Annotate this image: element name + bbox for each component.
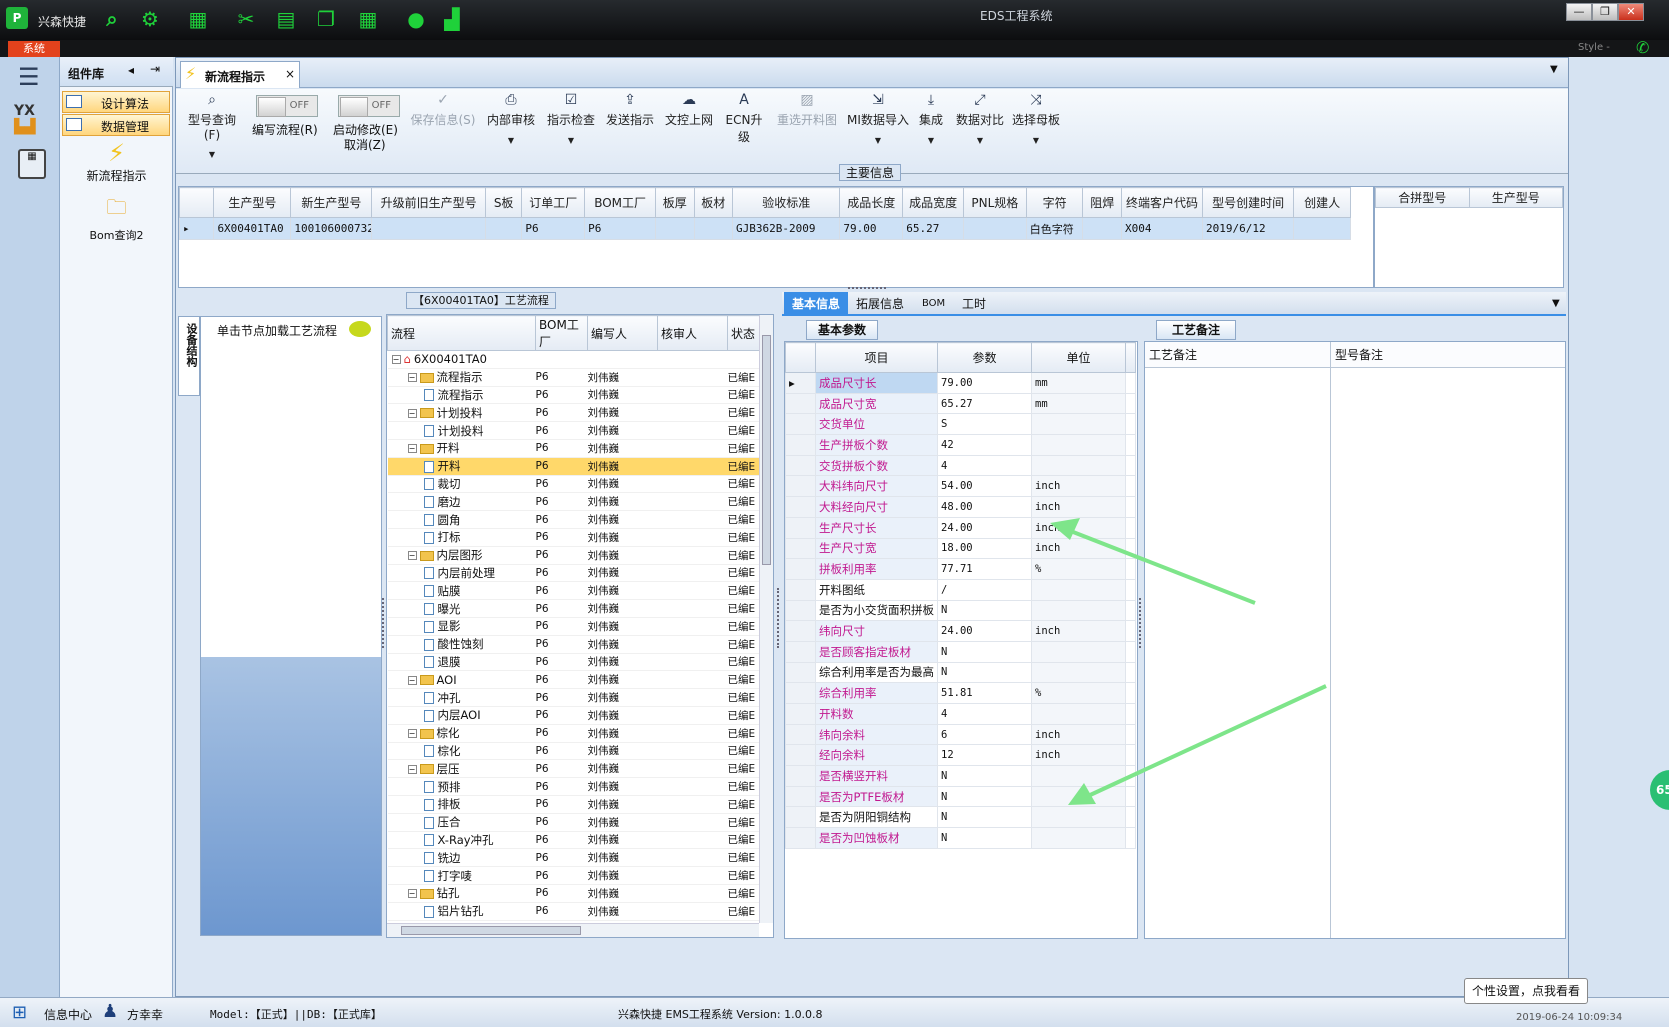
version-text: 兴森快捷 EMS工程系统 Version: 1.0.0.8	[618, 1008, 823, 1021]
model-db-status: Model:【正式】||DB:【正式库】	[210, 1008, 382, 1021]
status-bar: ⊞ 信息中心 ♟ 方幸幸 Model:【正式】||DB:【正式库】 兴森快捷 E…	[0, 997, 1669, 1027]
arrow-1	[1050, 518, 1256, 605]
info-center[interactable]: 信息中心	[44, 1006, 92, 1023]
arrow-2	[1068, 684, 1327, 805]
windows-icon[interactable]: ⊞	[12, 1002, 27, 1023]
annotation-arrows	[1050, 518, 1327, 805]
user-icon: ♟	[102, 1001, 119, 1022]
personalize-tooltip[interactable]: 个性设置，点我看看	[1464, 978, 1588, 1004]
current-user: 方幸幸	[127, 1008, 164, 1022]
flow-title: 【6X00401TA0】工艺流程	[406, 292, 556, 309]
clock-text: 2019-06-24 10:09:34	[1516, 1012, 1623, 1023]
main-info-label: 主要信息	[839, 164, 902, 181]
